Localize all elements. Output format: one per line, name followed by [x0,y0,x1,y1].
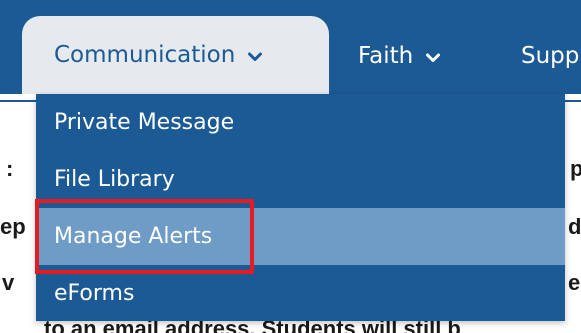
nav-item-support[interactable]: Supp [521,18,579,94]
menu-item-eforms-label: eForms [54,281,135,306]
background-text-fragment: : [6,156,14,181]
menu-item-file-library-label: File Library [54,167,175,192]
top-navigation-bar: Communication Faith Supp [0,0,581,94]
nav-item-faith[interactable]: Faith [358,18,441,94]
background-text-fragment: d [568,214,581,239]
menu-item-private-message[interactable]: Private Message [36,94,565,151]
background-text-fragment: e [568,270,581,295]
chevron-down-icon [247,45,263,61]
nav-item-faith-label: Faith [358,43,414,69]
nav-item-support-label: Supp [521,43,580,69]
background-text-fragment: p [570,156,581,181]
nav-item-communication-label: Communication [54,42,236,68]
menu-item-private-message-label: Private Message [54,110,235,135]
background-text-fragment: v [2,270,15,295]
chevron-down-icon [425,46,441,62]
background-text-fragment: ep [0,214,26,239]
nav-item-communication[interactable]: Communication [22,16,329,94]
annotation-highlight-box [35,199,254,274]
